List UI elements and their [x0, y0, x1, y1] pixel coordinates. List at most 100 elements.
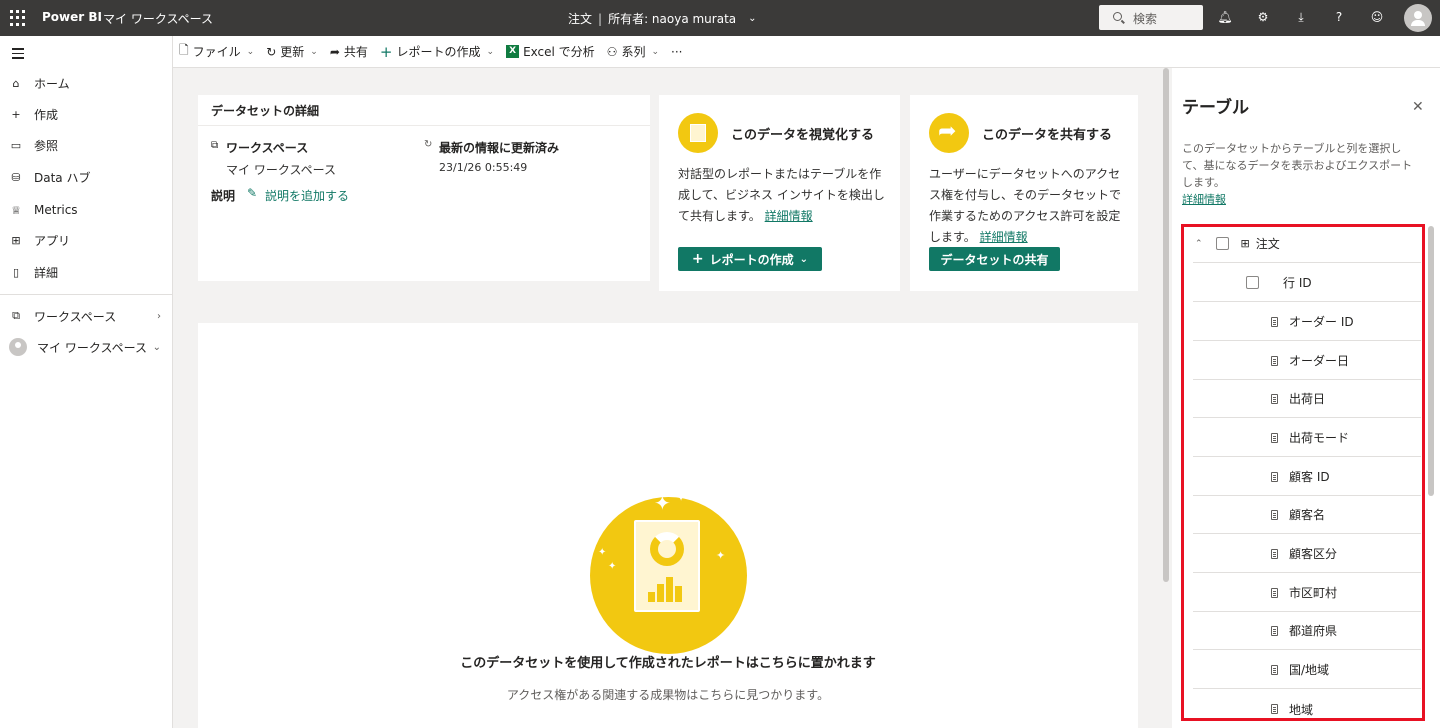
nav-item-create[interactable]: + 作成	[0, 99, 173, 129]
chevron-down-icon: ⌄	[651, 46, 659, 57]
table-row-orders[interactable]: ⌃ ⊞ 注文	[1193, 225, 1421, 263]
database-icon: ⛁	[11, 170, 21, 184]
nav-item-home[interactable]: ⌂ ホーム	[0, 68, 173, 98]
empty-state-title: このデータセットを使用して作成されたレポートはこちらに置かれます	[460, 656, 876, 671]
column-row[interactable]: オーダー日	[1193, 342, 1421, 380]
home-icon: ⌂	[12, 76, 20, 90]
apps-icon: ⊞	[11, 233, 21, 247]
download-icon[interactable]: ⤓	[1293, 10, 1309, 25]
column-checkbox[interactable]	[1246, 276, 1259, 289]
column-name: オーダー ID	[1289, 315, 1354, 329]
share-label: 共有	[343, 45, 368, 59]
report-document-icon	[634, 520, 700, 612]
visualize-learn-more-link[interactable]: 詳細情報	[765, 209, 813, 223]
field-icon	[1271, 355, 1278, 366]
workspace-link[interactable]: マイ ワークスペース	[103, 10, 213, 27]
visualize-title: このデータを視覚化する	[731, 128, 875, 143]
sparkle-icon: ✦	[598, 547, 607, 558]
lineage-button[interactable]: ⚇ 系列 ⌄	[607, 43, 659, 60]
column-row[interactable]: 行 ID	[1193, 264, 1421, 302]
search-placeholder: 検索	[1133, 12, 1158, 26]
nav-item-label: マイ ワークスペース	[37, 340, 148, 355]
help-icon[interactable]: ?	[1331, 10, 1347, 24]
bell-icon[interactable]: 🔔︎	[1217, 10, 1233, 24]
column-name: 都道府県	[1289, 624, 1338, 638]
chevron-down-icon: ⌄	[799, 253, 809, 265]
column-name: 出荷日	[1289, 392, 1326, 406]
column-row[interactable]: 顧客 ID	[1193, 458, 1421, 496]
share-button[interactable]: ➦ 共有	[330, 43, 368, 60]
share-card: ➦ このデータを共有する ユーザーにデータセットへのアクセス権を付与し、そのデー…	[910, 95, 1138, 291]
nav-item-workspaces[interactable]: ⧉ ワークスペース ›	[0, 301, 173, 331]
column-row[interactable]: 出荷モード	[1193, 419, 1421, 457]
owner-label: 所有者: naoya murata	[608, 12, 737, 26]
column-row[interactable]: 出荷日	[1193, 380, 1421, 418]
field-icon	[1271, 432, 1278, 443]
excel-icon: X	[506, 45, 520, 58]
share-dataset-button[interactable]: データセットの共有	[929, 247, 1060, 271]
refreshed-label: 最新の情報に更新済み	[439, 141, 560, 155]
nav-item-label: ワークスペース	[34, 309, 117, 324]
refresh-button[interactable]: ↻ 更新 ⌄	[266, 43, 318, 60]
nav-item-my-workspace[interactable]: マイ ワークスペース ⌄	[0, 332, 173, 362]
analyze-in-excel-button[interactable]: X Excel で分析	[506, 43, 595, 60]
nav-item-data-hub[interactable]: ⛁ Data ハブ	[0, 162, 173, 192]
panel-learn-more-link[interactable]: 詳細情報	[1182, 191, 1226, 207]
folder-icon: ▭	[10, 138, 22, 152]
column-row[interactable]: 市区町村	[1193, 574, 1421, 612]
column-name: 国/地域	[1289, 663, 1330, 677]
main-scrollbar[interactable]	[1163, 68, 1169, 582]
close-icon[interactable]: ✕	[1412, 99, 1424, 115]
field-icon	[1271, 471, 1278, 482]
hamburger-icon[interactable]	[12, 48, 24, 62]
column-name: 顧客区分	[1289, 547, 1338, 561]
column-row[interactable]: 顧客名	[1193, 496, 1421, 534]
nav-item-learn[interactable]: ▯ 詳細	[0, 257, 173, 287]
share-title: このデータを共有する	[982, 128, 1113, 143]
avatar[interactable]	[1404, 4, 1432, 32]
create-report-button[interactable]: + レポートの作成 ⌄	[380, 43, 494, 61]
refresh-icon: ↻	[266, 44, 277, 59]
field-icon	[1271, 587, 1278, 598]
create-report-card-button[interactable]: + レポートの作成 ⌄	[678, 247, 822, 271]
excel-label: Excel で分析	[523, 45, 595, 59]
search-box[interactable]: 検索	[1099, 5, 1203, 30]
nav-item-apps[interactable]: ⊞ アプリ	[0, 225, 173, 255]
column-row[interactable]: 顧客区分	[1193, 535, 1421, 573]
chevron-right-icon: ›	[157, 310, 161, 322]
more-options-button[interactable]: ···	[671, 45, 682, 59]
table-checkbox[interactable]	[1215, 237, 1229, 250]
column-name: 市区町村	[1289, 586, 1338, 600]
field-icon	[1271, 704, 1278, 714]
nav-item-label: Data ハブ	[34, 170, 91, 185]
column-row[interactable]: オーダー ID	[1193, 303, 1421, 341]
nav-item-label: アプリ	[34, 233, 71, 248]
app-launcher-icon[interactable]	[10, 10, 26, 26]
field-icon	[1271, 393, 1278, 404]
nav-item-metrics[interactable]: ♕ Metrics	[0, 195, 173, 225]
chevron-up-icon[interactable]: ⌃	[1195, 239, 1203, 249]
file-icon: 🗋︎	[179, 43, 189, 57]
feedback-smiley-icon[interactable]: ☺	[1369, 10, 1385, 24]
plus-icon: +	[691, 251, 704, 267]
add-description-link[interactable]: 説明を追加する	[265, 187, 349, 204]
column-row[interactable]: 国/地域	[1193, 651, 1421, 689]
nav-item-label: ホーム	[34, 76, 70, 91]
chevron-down-icon[interactable]: ⌄	[748, 13, 756, 24]
details-heading: データセットの詳細	[198, 95, 650, 126]
gear-icon[interactable]: ⚙	[1255, 10, 1271, 24]
nav-item-browse[interactable]: ▭ 参照	[0, 130, 173, 160]
title-bar-center[interactable]: 注文 | 所有者: naoya murata ⌄	[568, 10, 757, 27]
visualize-description: 対話型のレポートまたはテーブルを作成して、ビジネス インサイトを検出して共有しま…	[678, 164, 888, 227]
panel-scrollbar[interactable]	[1428, 226, 1434, 496]
column-name: 顧客 ID	[1289, 470, 1330, 484]
panel-description: このデータセットからテーブルと列を選択して、基になるデータを表示およびエクスポー…	[1182, 142, 1413, 189]
column-row[interactable]: 地域	[1193, 690, 1421, 728]
table-name: 注文	[1255, 237, 1280, 251]
file-menu-button[interactable]: 🗋︎ ファイル ⌄	[179, 41, 254, 62]
column-name: 顧客名	[1289, 508, 1326, 522]
column-row[interactable]: 都道府県	[1193, 612, 1421, 650]
brand-name[interactable]: Power BI	[42, 10, 102, 24]
plus-icon: +	[11, 107, 21, 121]
share-learn-more-link[interactable]: 詳細情報	[980, 230, 1028, 244]
